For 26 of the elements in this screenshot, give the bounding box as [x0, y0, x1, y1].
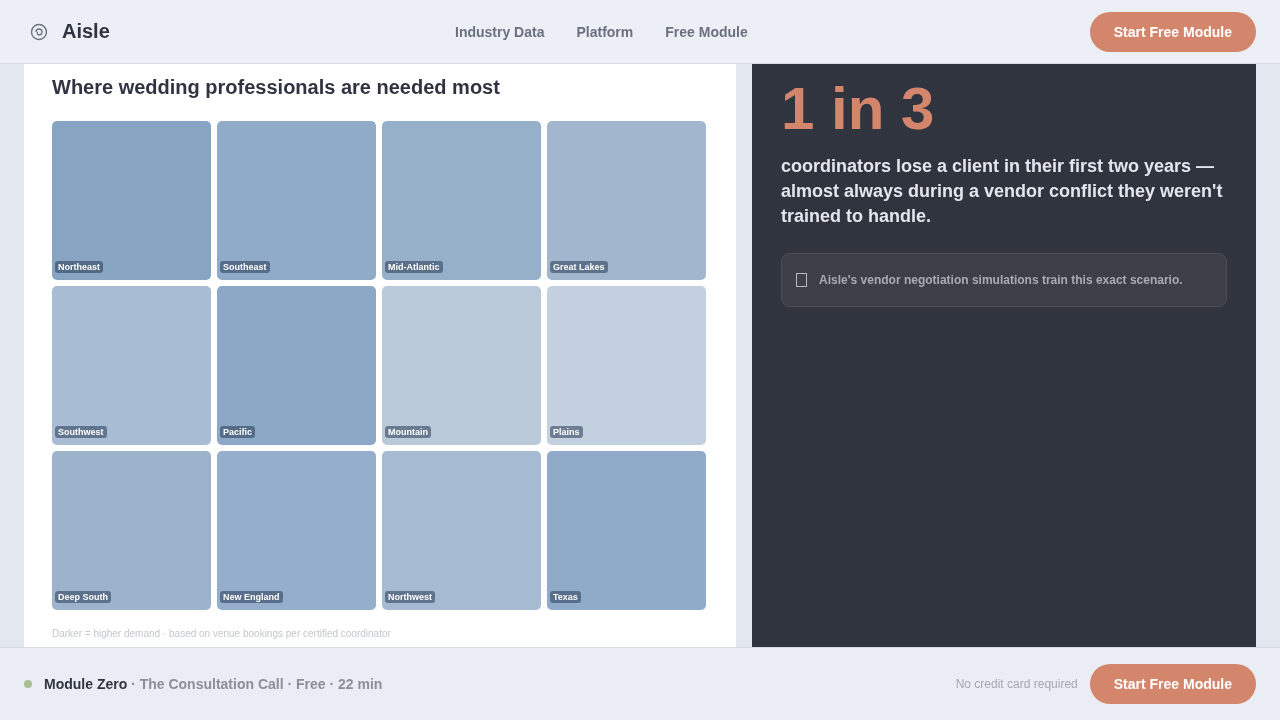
stat-figure: 1 in 3 — [781, 78, 936, 140]
footer-note: No credit card required — [955, 677, 1078, 691]
module-info: Module Zero · The Consultation Call · Free · 22 min — [44, 676, 383, 692]
nav-link[interactable]: Platform — [576, 23, 634, 40]
region-label: Texas — [550, 591, 581, 603]
region-label: Deep South — [55, 591, 111, 603]
region-label: New England — [220, 591, 283, 603]
nav-link[interactable]: Industry Data — [455, 23, 545, 40]
square-icon — [796, 273, 807, 287]
region-label: Southeast — [220, 261, 270, 273]
region-label: Southwest — [55, 426, 107, 438]
brand-name: Aisle — [62, 20, 110, 43]
region-label: Great Lakes — [550, 261, 608, 273]
start-button[interactable]: Start Free Module — [1089, 664, 1256, 704]
start-button[interactable]: Start Free Module — [1089, 11, 1256, 52]
region-label: Plains — [550, 426, 583, 438]
section-title: Where wedding professionals are needed most — [52, 76, 501, 99]
region-label: Northeast — [55, 261, 103, 273]
region-label: Northwest — [385, 591, 435, 603]
status-dot — [24, 680, 32, 688]
region-label: Pacific — [220, 426, 256, 438]
stat-text: coordinators lose a client in their first two years — almost always during a vendor conflict they weren't trained to handle. — [781, 155, 1224, 228]
nav-link[interactable]: Free Module — [665, 23, 748, 40]
callout-text: Aisle's vendor negotiation simulations train this exact scenario. — [819, 273, 1183, 287]
region-label: Mountain — [385, 426, 431, 438]
region-label: Mid-Atlantic — [385, 261, 443, 273]
